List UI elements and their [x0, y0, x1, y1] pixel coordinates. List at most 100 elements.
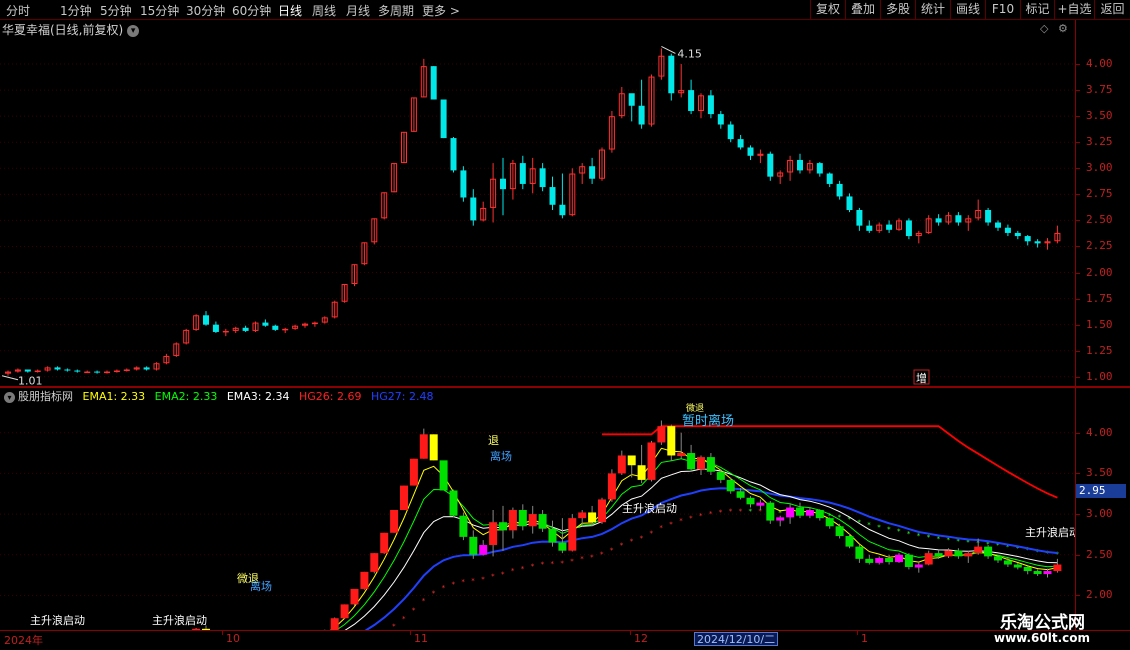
indicator-pane[interactable]: * * * * * * * * * * * * * * * * * * * * * * * * * * * * * * * * * * * * * * * *…	[0, 388, 1075, 630]
indicator-bar	[855, 546, 864, 559]
watermark-url: www.60lt.com	[994, 631, 1091, 645]
trend-dot: *	[570, 557, 574, 565]
high-marker-line	[661, 45, 676, 54]
timeframe-tab-5min[interactable]: 5分钟	[100, 2, 132, 19]
indicator-bar	[607, 473, 616, 500]
candle-body-down	[500, 178, 506, 190]
add-favorite-button[interactable]: +自选	[1054, 0, 1094, 20]
trend-dot: *	[580, 555, 584, 563]
chevron-down-icon[interactable]: ▾	[127, 25, 140, 37]
indicator-bar	[330, 618, 339, 630]
candle-body-down	[272, 325, 279, 330]
back-button[interactable]: 返回	[1094, 0, 1130, 20]
signal-main-rise-start: 主升浪启动	[30, 613, 85, 627]
price-tick	[1076, 473, 1080, 475]
candle-body-down	[797, 159, 803, 171]
trend-dot: *	[392, 622, 396, 630]
indicator-bar	[944, 550, 953, 557]
indicator-bar	[885, 558, 894, 563]
indicator-bar	[914, 564, 923, 568]
indicator-bar	[964, 553, 973, 557]
candle-body-down	[955, 215, 962, 223]
candle-body-up	[222, 330, 229, 333]
indicator-chart[interactable]: * * * * * * * * * * * * * * * * * * * * * * * * * * * * * * * * * * * * * * * *…	[0, 388, 1075, 630]
candlestick-chart[interactable]: 4.151.01 增	[0, 20, 1075, 387]
legend-hg27: HG27: 2.48	[371, 390, 434, 403]
candle-body-up	[113, 370, 120, 373]
indicator-bar	[697, 457, 705, 470]
trend-dot: *	[541, 561, 545, 569]
candle-body-down	[440, 99, 447, 139]
indicator-bar	[875, 558, 884, 563]
timeframe-tab-monthly[interactable]: 月线	[346, 2, 370, 19]
ema1-line	[329, 447, 1058, 630]
candle-body-down	[1014, 232, 1021, 237]
timeframe-tab-60min[interactable]: 60分钟	[232, 2, 271, 19]
f10-button[interactable]: F10	[985, 0, 1020, 20]
mark-button[interactable]: 标记	[1020, 0, 1054, 20]
trend-dot: *	[659, 524, 663, 532]
indicator-bar	[617, 455, 626, 474]
overlay-button[interactable]: 叠加	[845, 0, 880, 20]
indicator-bar	[934, 553, 943, 557]
indicator-bar	[499, 522, 507, 531]
signal-exit: 离场	[250, 579, 272, 593]
trend-dot: *	[877, 523, 881, 531]
candle-body-down	[430, 66, 437, 100]
candle-body-down	[727, 124, 734, 140]
candle-body-down	[905, 220, 912, 237]
timeframe-tab-more[interactable]: 更多 >	[422, 2, 460, 19]
cursor-date-label: 2024/12/10/二	[694, 632, 779, 646]
date-tick	[222, 631, 223, 635]
indicator-bar	[1013, 564, 1022, 568]
price-label: 4.00	[1086, 57, 1113, 71]
indicator-chevron-icon[interactable]: ▾	[4, 392, 15, 403]
price-label: 3.50	[1086, 466, 1113, 480]
diamond-icon[interactable]: ◇	[1040, 22, 1048, 35]
timeframe-tab-fenshi[interactable]: 分时	[6, 2, 30, 19]
indicator-bar	[489, 522, 498, 545]
price-tick	[1076, 432, 1080, 434]
trend-dot: *	[897, 528, 901, 536]
timeframe-tab-weekly[interactable]: 周线	[312, 2, 336, 19]
candle-body-down	[54, 367, 61, 370]
indicator-bar	[687, 453, 696, 470]
price-tick	[1076, 168, 1080, 170]
timeframe-tab-1min[interactable]: 1分钟	[60, 2, 92, 19]
price-label: 2.75	[1086, 187, 1113, 201]
indicator-bar	[805, 510, 814, 516]
trend-dot: *	[610, 547, 614, 555]
price-label: 1.25	[1086, 343, 1113, 357]
indicator-legend: ▾ 股朋指标网 EMA1: 2.33 EMA2: 2.33 EMA3: 2.34 …	[4, 388, 440, 404]
indicator-bar	[865, 558, 874, 563]
candle-body-down	[94, 371, 101, 373]
timeframe-tab-30min[interactable]: 30分钟	[186, 2, 225, 19]
stock-title: 华夏幸福(日线,前复权)	[2, 23, 124, 37]
statistics-button[interactable]: 统计	[915, 0, 950, 20]
trend-dot: *	[1046, 549, 1050, 557]
trend-dot: *	[432, 589, 436, 597]
trend-dot: *	[699, 512, 703, 520]
price-tick	[1076, 142, 1080, 144]
date-label-nov: 11	[414, 632, 428, 645]
fuquan-button[interactable]: 复权	[810, 0, 845, 20]
trend-dot: *	[402, 615, 406, 623]
indicator-bar	[637, 465, 646, 480]
timeframe-tab-daily[interactable]: 日线	[278, 2, 302, 19]
indicator-bar	[360, 571, 369, 589]
price-axis-upper: 4.00 3.75 3.50 3.25 3.00 2.75 2.50 2.25 2.00 1.75…	[1075, 20, 1130, 387]
indicator-bar	[667, 426, 676, 456]
candle-body-down	[707, 95, 714, 115]
multi-stock-button[interactable]: 多股	[880, 0, 915, 20]
settings-icon[interactable]: ⚙	[1058, 22, 1068, 35]
timeframe-tab-multi[interactable]: 多周期	[378, 2, 414, 19]
draw-line-button[interactable]: 画线	[950, 0, 985, 20]
timeframe-tab-15min[interactable]: 15分钟	[140, 2, 179, 19]
price-chart-pane[interactable]: 4.15 1.01 增 华夏幸福(日线,前复权) ▾ ◇ ⚙	[0, 20, 1075, 387]
candle-body-down	[995, 222, 1001, 228]
candle-body-down	[737, 139, 744, 148]
signal-exit: 离场	[490, 449, 512, 463]
candle-body-down	[64, 369, 71, 371]
candle-body-down	[638, 105, 645, 125]
indicator-bar	[835, 526, 844, 537]
